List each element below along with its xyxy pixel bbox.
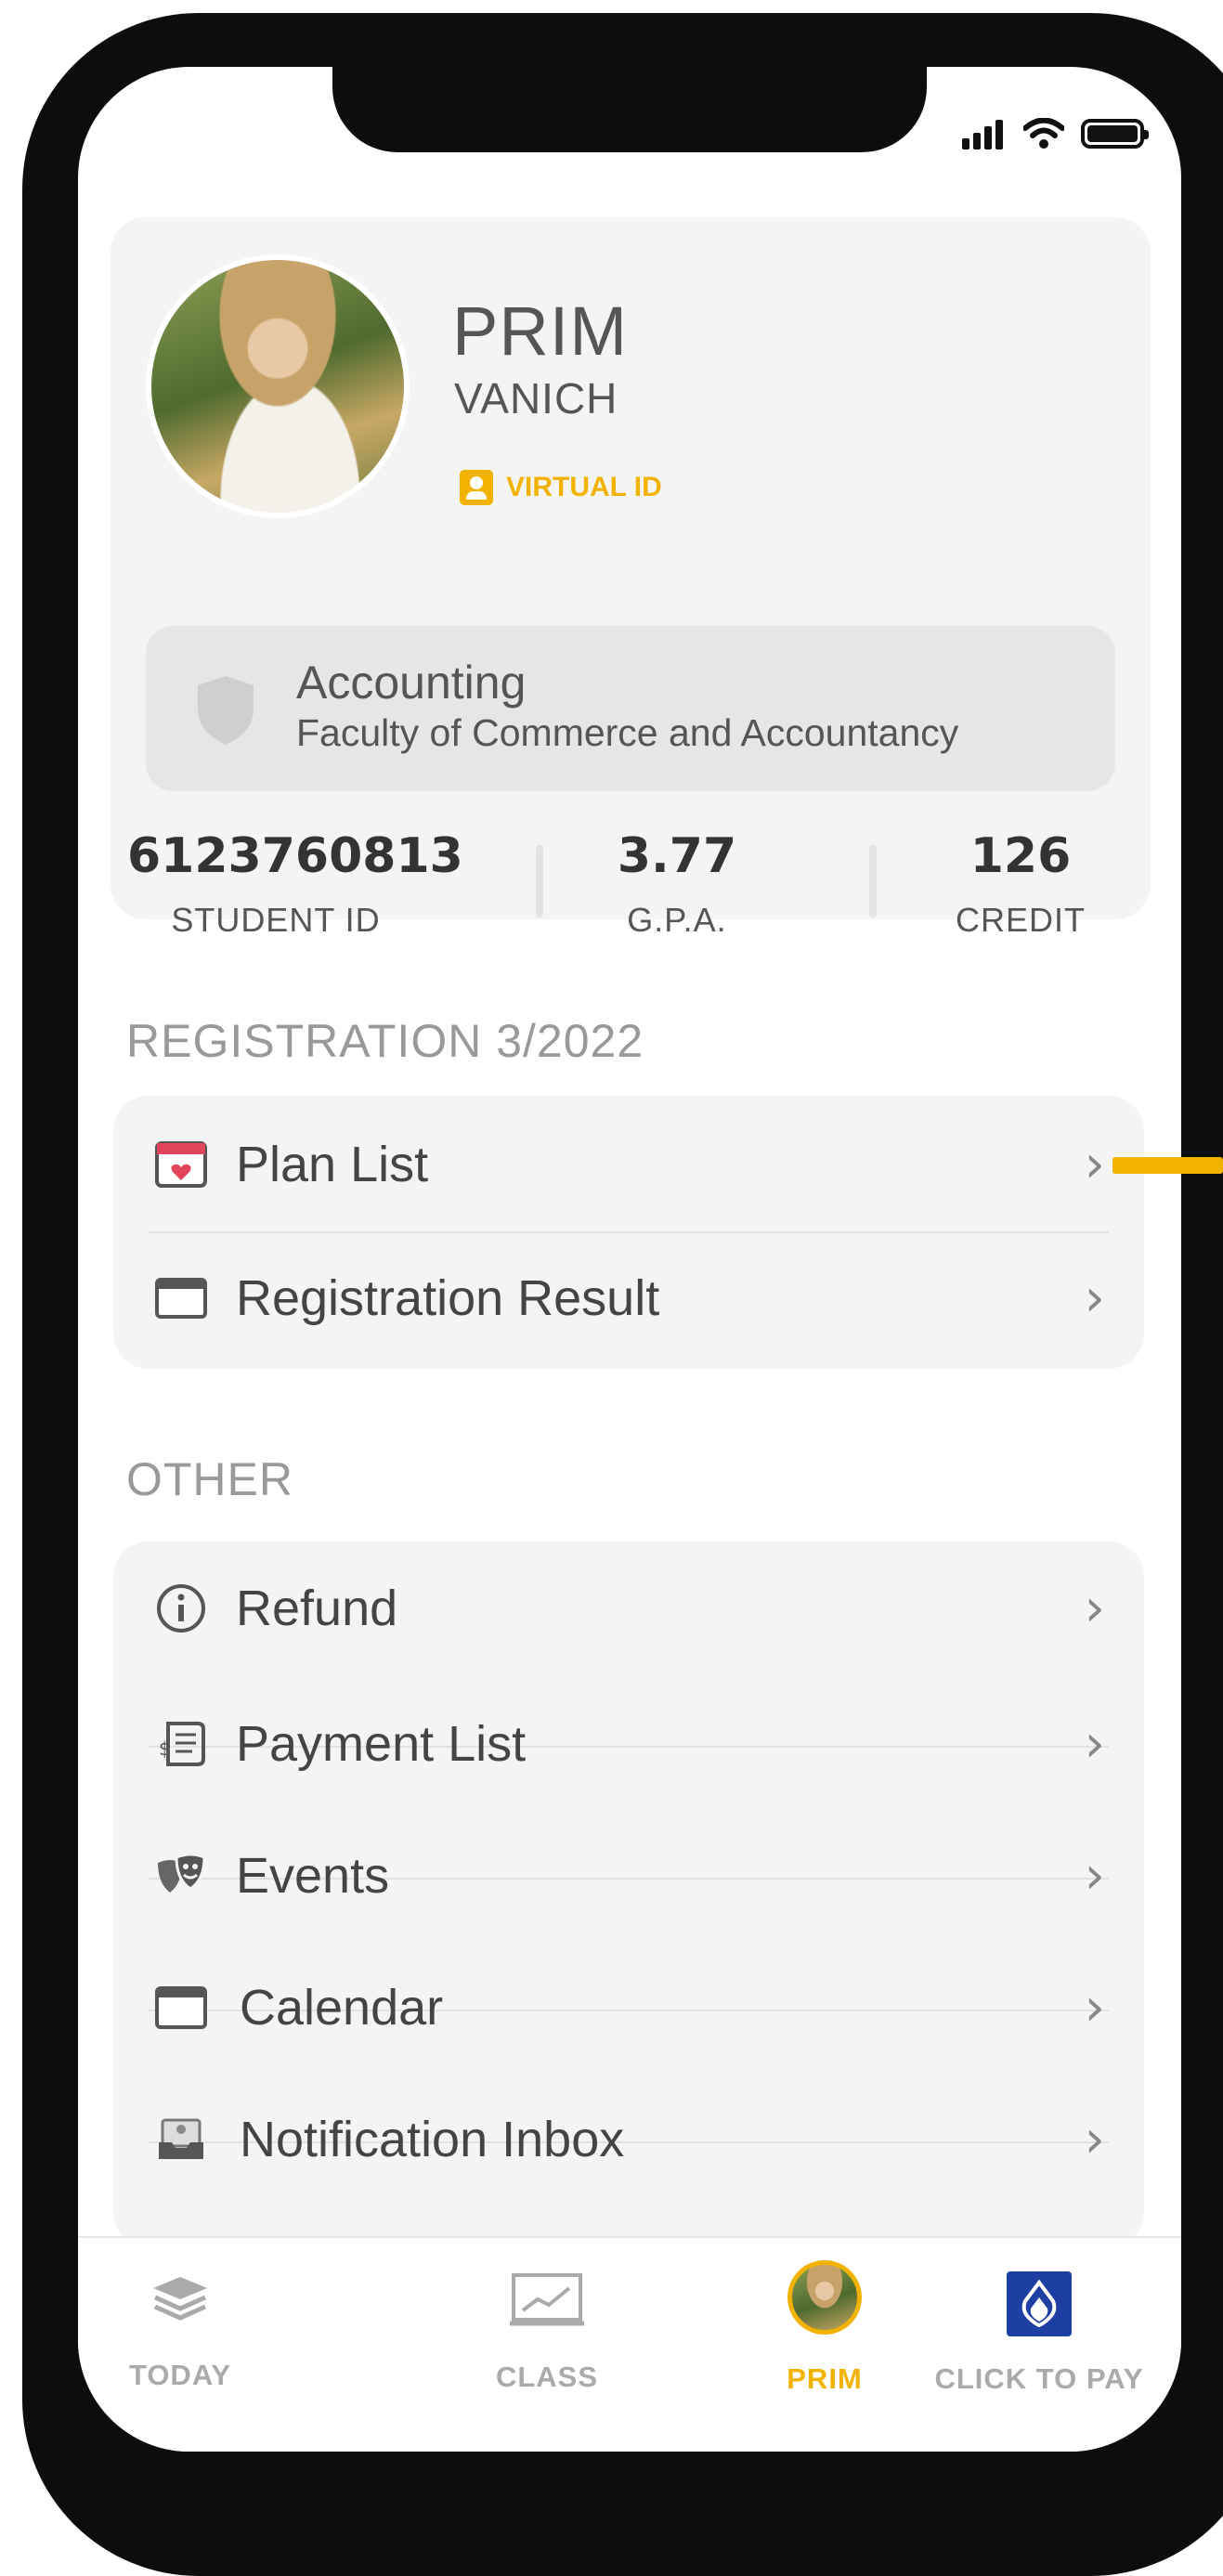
nav-tab-click-to-pay[interactable]: CLICK TO PAY [914,2238,1164,2424]
layers-icon [153,2277,207,2321]
credit-label: CREDIT [956,901,1086,939]
profile-card: PRIM VANICH VIRTUAL ID Accounting Facult… [111,217,1151,939]
student-id-value: 6123760813 [127,828,463,884]
menu-item-label: Events [236,1848,390,1904]
menu-item-label: Plan List [236,1137,429,1192]
menu-item-notification-inbox[interactable]: Notification Inbox › [113,2075,1144,2205]
menu-item-label: Registration Result [236,1270,660,1326]
menu-item-refund[interactable]: Refund › [113,1543,1144,1673]
nav-tab-today[interactable]: TODAY [97,2238,264,2424]
faculty-name: Faculty of Commerce and Accountancy [296,711,959,754]
menu-item-label: Notification Inbox [240,2112,625,2167]
stat-divider [536,845,543,917]
virtual-id-button[interactable]: VIRTUAL ID [460,470,662,505]
chevron-right-icon: › [1084,2109,1105,2170]
menu-item-label: Refund [236,1581,398,1636]
battery-icon [1081,119,1149,149]
chevron-right-icon: › [1084,1578,1105,1639]
calendar-heart-icon [154,1141,208,1188]
chevron-right-icon: › [1084,1268,1105,1329]
shield-icon [198,676,254,745]
gpa-stat: 3.77 G.P.A. [593,828,761,940]
svg-text:$: $ [159,1737,171,1760]
menu-item-registration-result[interactable]: Registration Result › [113,1233,1144,1363]
wifi-icon [1023,118,1064,149]
last-name: VANICH [454,374,618,423]
chevron-right-icon: › [1084,1977,1105,2038]
info-icon [154,1584,208,1633]
inbox-icon [154,2116,208,2163]
card-icon [154,1275,208,1321]
major-name: Accounting [296,657,527,709]
profile-avatar-icon [787,2260,862,2335]
app-screen: PRIM VANICH VIRTUAL ID Accounting Facult… [78,67,1181,2452]
menu-item-calendar[interactable]: Calendar › [113,1943,1144,2073]
student-id-stat: 6123760813 STUDENT ID [127,828,463,940]
chevron-right-icon: › [1084,1845,1105,1906]
other-menu: Refund › $ Payment List › Events › Calen… [113,1542,1144,2247]
student-id-label: STUDENT ID [171,901,381,939]
nav-tab-profile[interactable]: PRIM [732,2238,917,2424]
nav-label-profile: PRIM [787,2362,863,2395]
id-badge-icon [460,470,493,505]
registration-section-title: REGISTRATION 3/2022 [126,1015,644,1067]
chevron-right-icon: › [1084,1713,1105,1775]
nav-label-today: TODAY [128,2359,232,2391]
first-name: PRIM [452,293,628,370]
nav-tab-class[interactable]: CLASS [459,2238,635,2424]
other-section-title: OTHER [126,1453,293,1505]
menu-item-payment-list[interactable]: $ Payment List › [113,1679,1144,1809]
menu-item-plan-list[interactable]: Plan List › [113,1099,1144,1229]
signal-icon [962,118,1007,150]
calendar-icon [154,1984,208,2031]
annotation-accent-line [1112,1157,1223,1174]
menu-item-label: Calendar [240,1980,444,2036]
credit-stat: 126 CREDIT [928,828,1113,940]
major-box: Accounting Faculty of Commerce and Accou… [146,626,1115,791]
stat-divider [869,845,877,917]
menu-item-events[interactable]: Events › [113,1811,1144,1941]
gpa-label: G.P.A. [627,901,727,939]
theater-masks-icon [154,1853,208,1899]
receipt-icon: $ [154,1721,208,1767]
menu-item-label: Payment List [236,1716,527,1772]
registration-menu: Plan List › Registration Result › [113,1096,1144,1369]
pay-logo-icon [1007,2271,1072,2336]
avatar[interactable] [146,254,410,518]
nav-label-click-to-pay: CLICK TO PAY [934,2362,1144,2395]
gpa-value: 3.77 [617,828,737,884]
notch [332,67,927,152]
status-bar [962,115,1149,152]
credit-value: 126 [969,828,1072,884]
virtual-id-label: VIRTUAL ID [506,472,662,502]
chevron-right-icon: › [1084,1134,1105,1195]
presentation-chart-icon [510,2273,584,2326]
nav-label-class: CLASS [495,2361,599,2393]
bottom-nav: TODAY CLASS PRIM CLICK TO PAY [78,2236,1181,2452]
